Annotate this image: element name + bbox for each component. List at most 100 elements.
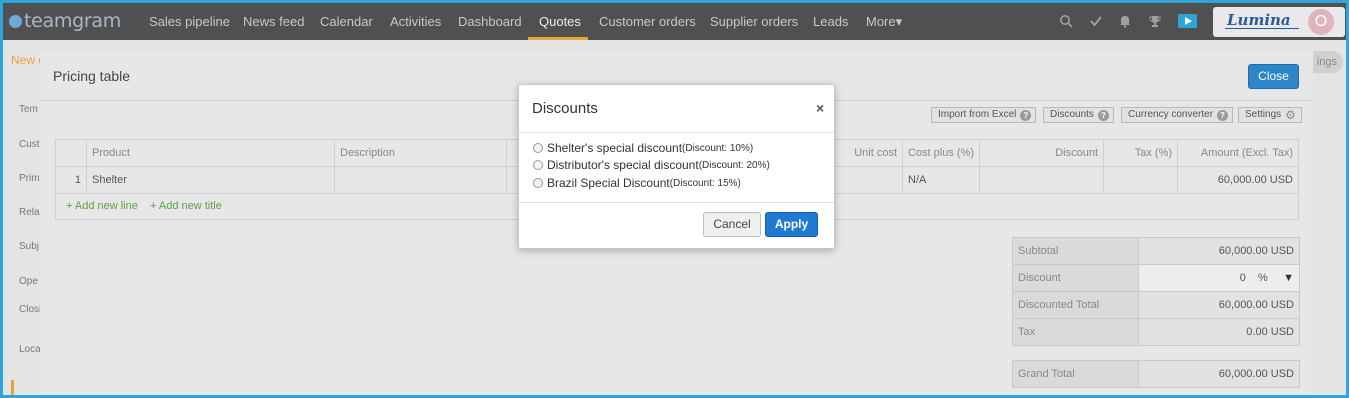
nav-news-feed[interactable]: News feed (243, 14, 304, 29)
col-header-number (55, 139, 87, 167)
col-header-amount: Amount (Excl. Tax) (1177, 139, 1299, 167)
col-header-description: Description (334, 139, 507, 167)
chevron-down-icon[interactable]: ▼ (1283, 272, 1294, 284)
cancel-button[interactable]: Cancel (703, 212, 761, 237)
logo[interactable]: teamgram (9, 9, 121, 33)
table-settings-button[interactable]: Settings ⚙ (1238, 107, 1303, 123)
form-label: Prim (19, 173, 40, 184)
summary-table: Subtotal 60,000.00 USD Discount 0 % ▼ Di… (1012, 237, 1300, 346)
table-settings-label: Settings (1245, 109, 1282, 120)
cost-plus-cell[interactable]: N/A (901, 166, 981, 194)
app-window: teamgram Sales pipeline News feed Calend… (0, 0, 1349, 398)
add-new-line-link[interactable]: + Add new line (66, 200, 138, 212)
subtotal-value: 60,000.00 USD (1138, 237, 1300, 265)
discount-option-value: (Discount: 20%) (698, 159, 770, 171)
discount-value: 0 (1239, 272, 1246, 284)
currency-converter-button[interactable]: Currency converter ? (1121, 107, 1234, 123)
col-header-tax: Tax (%) (1103, 139, 1179, 167)
discount-unit-select[interactable]: % (1258, 272, 1268, 284)
col-header-product: Product (86, 139, 335, 167)
modal-title: Pricing table (53, 68, 131, 84)
divider (519, 202, 834, 203)
side-indicator (11, 380, 14, 395)
nav-more[interactable]: More▾ (866, 14, 902, 30)
row-number: 1 (55, 166, 87, 194)
nav-supplier-orders[interactable]: Supplier orders (710, 14, 798, 29)
product-cell[interactable]: Shelter (86, 166, 335, 194)
discount-option-value: (Discount: 15%) (669, 177, 741, 189)
close-button[interactable]: Close (1248, 64, 1299, 89)
brand-underline (1225, 28, 1299, 29)
nav-dashboard[interactable]: Dashboard (458, 14, 522, 29)
amount-cell: 60,000.00 USD (1177, 166, 1299, 194)
top-nav: teamgram Sales pipeline News feed Calend… (3, 3, 1346, 40)
nav-quotes[interactable]: Quotes (539, 14, 581, 29)
brand-logo: Lumina (1227, 11, 1291, 29)
nav-sales-pipeline[interactable]: Sales pipeline (149, 14, 230, 29)
nav-leads[interactable]: Leads (813, 14, 848, 29)
discount-input[interactable]: 0 % ▼ (1138, 264, 1300, 292)
dialog-title: Discounts (532, 100, 598, 117)
discounted-total-row: Discounted Total 60,000.00 USD (1012, 291, 1300, 319)
radio-button[interactable] (533, 178, 543, 188)
discount-option[interactable]: Brazil Special Discount (Discount: 15%) (533, 176, 741, 190)
trophy-icon[interactable] (1148, 14, 1162, 28)
discount-option[interactable]: Distributor's special discount (Discount… (533, 158, 770, 172)
discount-option-name: Shelter's special discount (547, 141, 683, 155)
gear-icon: ⚙ (1285, 108, 1296, 122)
col-header-discount: Discount (979, 139, 1105, 167)
close-icon[interactable]: × (816, 100, 824, 116)
form-label: Ope (19, 276, 38, 287)
help-icon: ? (1217, 109, 1229, 121)
apply-button[interactable]: Apply (765, 212, 818, 237)
form-label: Loca (19, 344, 41, 355)
tax-value: 0.00 USD (1138, 318, 1300, 346)
tax-label: Tax (1012, 318, 1139, 346)
help-icon: ? (1097, 109, 1109, 121)
grand-total-table: Grand Total 60,000.00 USD (1012, 360, 1300, 388)
discounted-total-label: Discounted Total (1012, 291, 1139, 319)
form-label: Tem (19, 104, 38, 115)
radio-button[interactable] (533, 143, 543, 153)
subtotal-row: Subtotal 60,000.00 USD (1012, 237, 1300, 265)
tax-cell[interactable] (1103, 166, 1179, 194)
import-excel-button[interactable]: Import from Excel ? (931, 107, 1037, 123)
bell-icon[interactable] (1118, 14, 1132, 28)
logo-text: teamgram (24, 10, 121, 32)
discount-row: Discount 0 % ▼ (1012, 264, 1300, 292)
user-menu[interactable]: Lumina O (1213, 7, 1345, 37)
form-label: Subj (19, 241, 40, 252)
discount-cell[interactable] (979, 166, 1105, 194)
nav-customer-orders[interactable]: Customer orders (599, 14, 696, 29)
divider (519, 132, 834, 133)
description-cell[interactable] (334, 166, 507, 194)
discounted-total-value: 60,000.00 USD (1138, 291, 1300, 319)
form-label: Closi (19, 304, 42, 315)
check-icon[interactable] (1089, 14, 1103, 28)
discounts-dialog: Discounts × Shelter's special discount (… (518, 84, 835, 249)
tax-row: Tax 0.00 USD (1012, 318, 1300, 346)
video-play-icon[interactable] (1178, 14, 1197, 28)
discount-label: Discount (1012, 264, 1139, 292)
nav-activities[interactable]: Activities (390, 14, 441, 29)
radio-button[interactable] (533, 160, 543, 170)
discounts-button[interactable]: Discounts ? (1043, 107, 1114, 123)
currency-converter-label: Currency converter (1128, 109, 1214, 120)
grand-total-label: Grand Total (1012, 360, 1139, 388)
logo-icon (9, 14, 22, 28)
avatar[interactable]: O (1308, 9, 1334, 35)
add-new-title-link[interactable]: + Add new title (150, 200, 222, 212)
grand-total-value: 60,000.00 USD (1138, 360, 1300, 388)
form-label: Rela (19, 207, 40, 218)
grand-total-row: Grand Total 60,000.00 USD (1012, 360, 1300, 388)
form-label: Cust (19, 139, 40, 150)
help-icon: ? (1020, 109, 1032, 121)
subtotal-label: Subtotal (1012, 237, 1139, 265)
discount-option-value: (Discount: 10%) (682, 142, 754, 154)
discount-option-name: Distributor's special discount (547, 158, 699, 172)
col-header-cost-plus: Cost plus (%) (901, 139, 981, 167)
nav-calendar[interactable]: Calendar (320, 14, 373, 29)
discount-option[interactable]: Shelter's special discount (Discount: 10… (533, 141, 753, 155)
search-icon[interactable] (1059, 14, 1073, 28)
discount-option-name: Brazil Special Discount (547, 176, 670, 190)
